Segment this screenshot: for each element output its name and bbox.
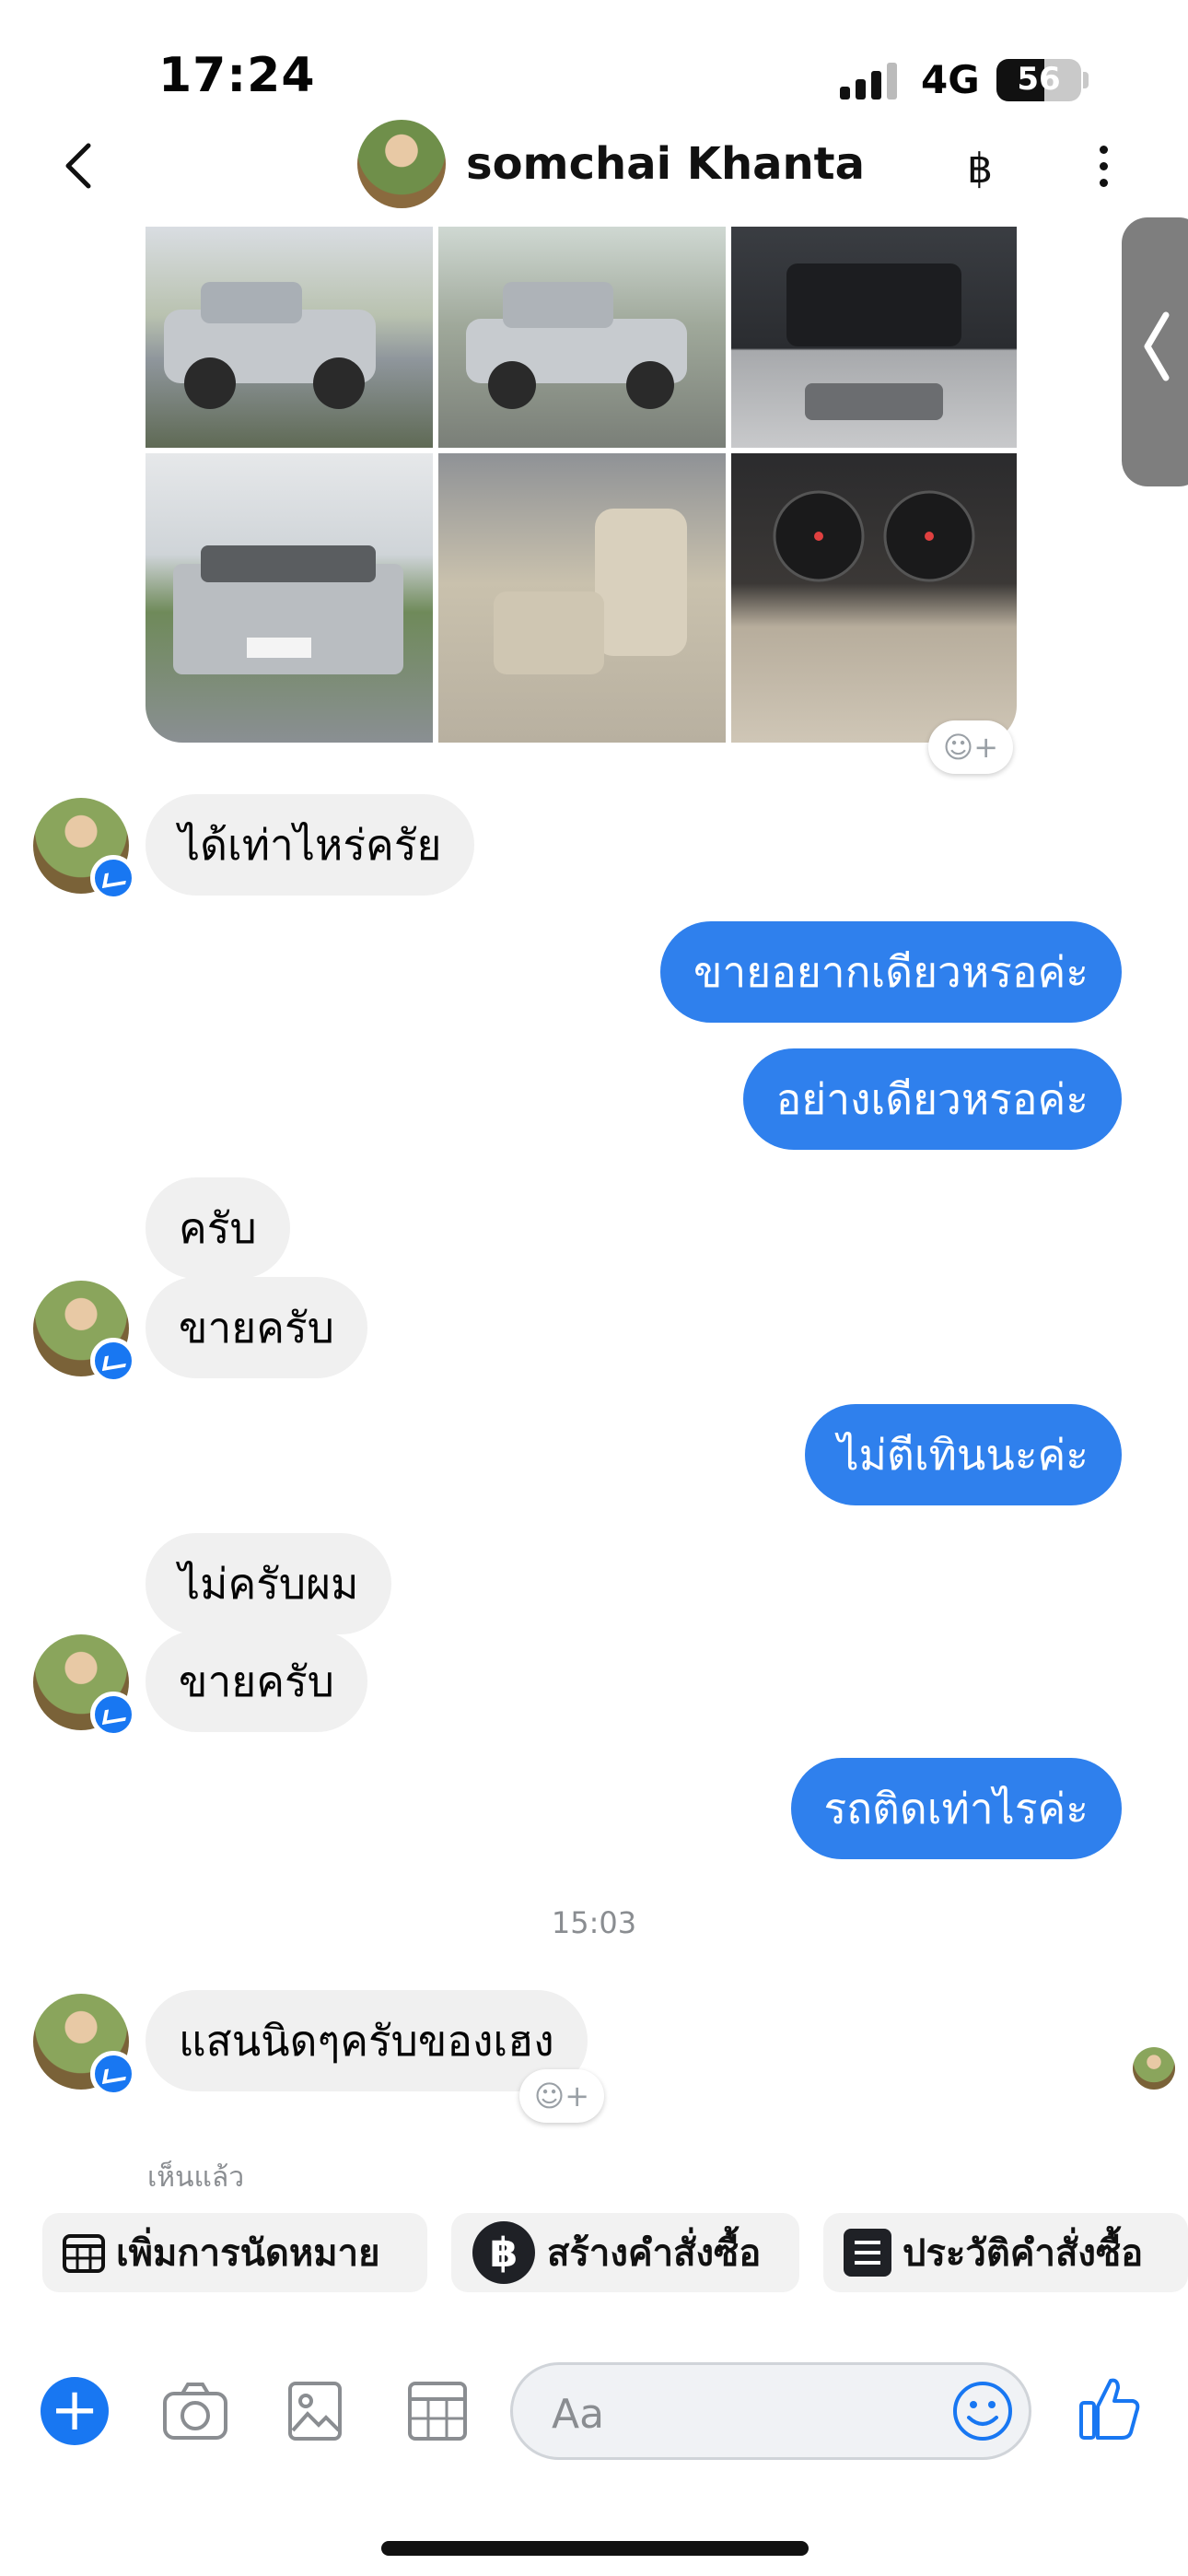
calendar-icon: [63, 2232, 105, 2273]
camera-icon: [163, 2383, 227, 2440]
chevron-left-icon: [65, 143, 91, 189]
interior-image: [494, 509, 687, 674]
smiley-plus-icon: ☺+: [533, 2078, 590, 2113]
truck-image: [466, 282, 687, 409]
seen-label: เห็นแล้ว: [147, 2161, 245, 2194]
messenger-badge-icon: [90, 855, 136, 901]
baht-icon[interactable]: ฿: [967, 146, 993, 193]
timestamp: 15:03: [551, 1905, 637, 1940]
contact-avatar[interactable]: [357, 120, 446, 208]
truck-image: [173, 545, 403, 674]
photo-truck-rear[interactable]: [146, 453, 433, 743]
contact-name[interactable]: somchai Khanta: [466, 138, 865, 190]
home-indicator[interactable]: [381, 2541, 809, 2556]
truck-image: [164, 282, 376, 409]
camera-button[interactable]: [162, 2381, 228, 2441]
engine-image: [786, 263, 961, 420]
message-incoming[interactable]: ครับ: [146, 1177, 290, 1279]
calendar-button[interactable]: [407, 2381, 473, 2441]
messenger-badge-icon: [90, 2051, 136, 2097]
battery-level: 56: [1017, 61, 1061, 98]
chevron-left-icon: [1144, 311, 1170, 381]
chip-label: เพิ่มการนัดหมาย: [116, 2232, 380, 2275]
seen-avatar: [1133, 2047, 1175, 2090]
message-incoming[interactable]: ไม่ครับผม: [146, 1533, 392, 1634]
photo-dashboard[interactable]: [731, 453, 1017, 743]
battery-icon: 56: [996, 59, 1081, 101]
calendar-icon: [408, 2382, 467, 2441]
add-appointment-button[interactable]: เพิ่มการนัดหมาย: [42, 2213, 427, 2292]
photo-grid: [146, 227, 1017, 743]
add-reaction-button[interactable]: ☺+: [928, 720, 1013, 774]
cellular-signal-icon: [840, 61, 904, 100]
status-time: 17:24: [158, 48, 316, 103]
add-button[interactable]: +: [41, 2377, 109, 2445]
message-input[interactable]: [550, 2385, 903, 2442]
message-incoming[interactable]: แสนนิดๆครับของเฮง: [146, 1990, 588, 2091]
smiley-icon: [953, 2382, 1012, 2441]
message-outgoing[interactable]: อย่างเดียวหรอค่ะ: [742, 1048, 1122, 1150]
message-incoming[interactable]: ได้เท่าไหร่ครัย: [146, 794, 475, 896]
message-incoming[interactable]: ขายครับ: [146, 1277, 367, 1378]
order-list-icon: [844, 2229, 891, 2277]
chip-label: สร้างคำสั่งซื้อ: [547, 2232, 762, 2275]
battery-tip: [1083, 72, 1089, 88]
message-outgoing[interactable]: รถติดเท่าไรค่ะ: [790, 1758, 1122, 1859]
photo-interior[interactable]: [438, 453, 726, 743]
svg-text:฿: ฿: [490, 2230, 518, 2277]
messenger-badge-icon: [90, 1338, 136, 1384]
plus-icon: +: [50, 2376, 99, 2444]
back-button[interactable]: [61, 142, 98, 190]
side-panel-tab[interactable]: [1122, 217, 1188, 486]
order-history-button[interactable]: ประวัติคำสั่งซื้อ: [823, 2213, 1188, 2292]
message-outgoing[interactable]: ขายอยากเดียวหรอค่ะ: [659, 921, 1122, 1023]
thumbs-up-icon: [1079, 2378, 1140, 2440]
more-options-icon[interactable]: [1098, 144, 1109, 190]
chip-label: ประวัติคำสั่งซื้อ: [903, 2232, 1144, 2275]
baht-icon: ฿: [472, 2220, 536, 2285]
photo-engine[interactable]: [731, 227, 1017, 448]
smiley-plus-icon: ☺+: [942, 730, 999, 765]
create-order-button[interactable]: ฿ สร้างคำสั่งซื้อ: [451, 2213, 799, 2292]
add-reaction-button[interactable]: ☺+: [519, 2069, 604, 2123]
image-icon: [288, 2382, 342, 2441]
messenger-badge-icon: [90, 1692, 136, 1738]
dashboard-image: [773, 490, 975, 582]
message-incoming[interactable]: ขายครับ: [146, 1631, 367, 1732]
message-outgoing[interactable]: ไม่ตีเทินนะค่ะ: [804, 1404, 1122, 1505]
gallery-button[interactable]: [287, 2381, 354, 2441]
emoji-button[interactable]: [952, 2381, 1013, 2441]
photo-truck-front[interactable]: [146, 227, 433, 448]
like-button[interactable]: [1077, 2375, 1142, 2441]
photo-truck-side[interactable]: [438, 227, 726, 448]
network-type: 4G: [921, 57, 980, 102]
